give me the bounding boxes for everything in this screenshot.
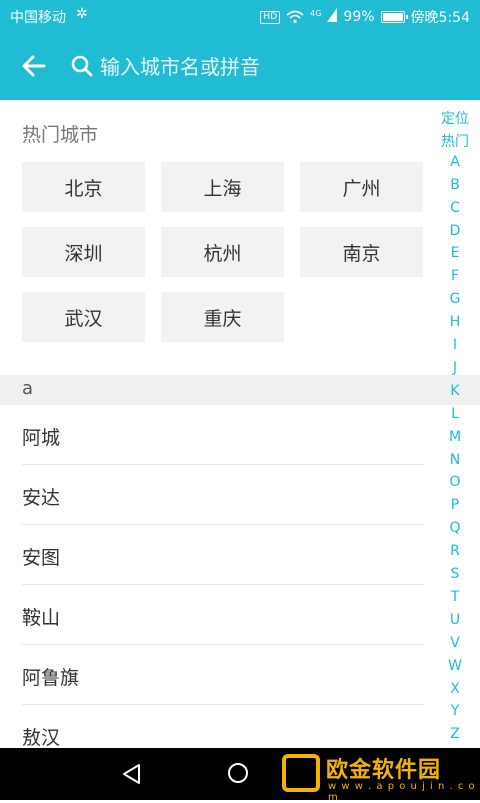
system-nav-bar: 欧金软件园 w w w . a p o u j i n . c o m	[0, 748, 480, 803]
list-item[interactable]: 鞍山	[0, 585, 480, 645]
index-letter[interactable]: J	[430, 360, 480, 376]
index-letter[interactable]: W	[430, 658, 480, 674]
index-letter[interactable]: S	[430, 566, 480, 582]
index-letter[interactable]: A	[430, 154, 480, 170]
index-letter[interactable]: I	[430, 337, 480, 353]
hot-city-button[interactable]: 深圳	[22, 227, 145, 277]
index-letter[interactable]: V	[430, 635, 480, 651]
list-item[interactable]: 安达	[0, 465, 480, 525]
section-header: a	[0, 375, 480, 405]
index-letter[interactable]: B	[430, 177, 480, 193]
list-item[interactable]: 阿鲁旗	[0, 645, 480, 705]
index-letter[interactable]: L	[430, 406, 480, 422]
index-letter[interactable]: R	[430, 543, 480, 559]
index-letter[interactable]: T	[430, 589, 480, 605]
city-name: 鞍山	[22, 607, 61, 629]
index-letter[interactable]: Z	[430, 726, 480, 742]
index-letter[interactable]: O	[430, 474, 480, 490]
index-letter[interactable]: 热门	[430, 131, 480, 151]
settings-small-icon: ✲	[76, 6, 88, 22]
index-letter[interactable]: F	[430, 268, 480, 284]
index-letter[interactable]: U	[430, 612, 480, 628]
search-bar	[0, 32, 480, 100]
index-letter[interactable]: P	[430, 497, 480, 513]
signal-icon	[327, 8, 338, 26]
search-input[interactable]	[98, 50, 462, 84]
watermark-icon	[282, 754, 320, 792]
index-letter[interactable]: K	[430, 383, 480, 399]
back-arrow-icon[interactable]	[20, 52, 48, 80]
city-name: 敖汉	[22, 727, 61, 749]
index-letter[interactable]: Q	[430, 520, 480, 536]
hot-city-button[interactable]: 广州	[300, 162, 423, 212]
battery-icon	[380, 11, 408, 23]
index-letter[interactable]: Y	[430, 703, 480, 719]
hot-city-button[interactable]: 上海	[161, 162, 284, 212]
status-bar: 中国移动 ✲ HD 4G 99% 傍晚5:54	[0, 0, 480, 32]
index-letter[interactable]: 定位	[430, 108, 480, 128]
hot-city-button[interactable]: 北京	[22, 162, 145, 212]
search-icon	[70, 54, 94, 78]
index-letter[interactable]: X	[430, 681, 480, 697]
section-letter: a	[22, 378, 34, 399]
alphabet-index-bar[interactable]: 定位热门 A B C D E F G H I J K L M N O P Q R S T U V W X Y Z	[430, 106, 480, 746]
nav-home-icon[interactable]	[228, 763, 248, 783]
index-letter[interactable]: H	[430, 314, 480, 330]
hot-city-button[interactable]: 重庆	[161, 292, 284, 342]
hot-city-button[interactable]: 武汉	[22, 292, 145, 342]
battery-percent: 99%	[343, 9, 375, 25]
watermark-name: 欧金软件园	[326, 758, 442, 783]
carrier-label: 中国移动	[10, 10, 66, 26]
signal-label: 4G	[310, 8, 322, 18]
index-letter[interactable]: D	[430, 223, 480, 239]
hd-badge: HD	[260, 10, 281, 24]
index-letter[interactable]: G	[430, 291, 480, 307]
index-letter[interactable]: N	[430, 452, 480, 468]
city-list: 阿城 安达 安图 鞍山 阿鲁旗 敖汉	[0, 405, 480, 765]
hot-cities-title: 热门城市	[22, 124, 99, 146]
index-letter[interactable]: C	[430, 200, 480, 216]
watermark-logo: 欧金软件园 w w w . a p o u j i n . c o m	[280, 750, 478, 803]
city-name: 安图	[22, 547, 61, 569]
clock: 傍晚5:54	[410, 10, 470, 26]
city-name: 阿鲁旗	[22, 667, 80, 689]
city-name: 安达	[22, 487, 61, 509]
index-letter[interactable]: E	[430, 245, 480, 261]
nav-back-icon[interactable]	[120, 762, 144, 790]
city-name: 阿城	[22, 427, 61, 449]
hot-city-button[interactable]: 杭州	[161, 227, 284, 277]
wifi-icon	[286, 10, 304, 24]
list-item[interactable]: 安图	[0, 525, 480, 585]
hot-city-button[interactable]: 南京	[300, 227, 423, 277]
index-letter[interactable]: M	[430, 429, 480, 445]
list-item[interactable]: 阿城	[0, 405, 480, 465]
app-header: 中国移动 ✲ HD 4G 99% 傍晚5:54	[0, 0, 480, 100]
